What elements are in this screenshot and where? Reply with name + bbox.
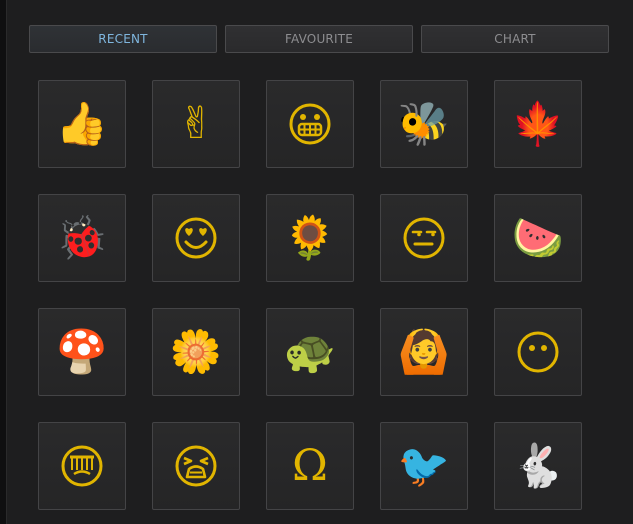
watermelon-icon: 🍉 <box>511 213 565 262</box>
emoji-cell-ladybug[interactable]: 🐞 <box>38 194 126 282</box>
bee-icon: 🐝 <box>397 99 451 148</box>
emoji-cell-person-gesturing-ok[interactable]: 🙆 <box>380 308 468 396</box>
emoji-grid: 👍 ✌ 🐝 🍁 🐞 🌻 🍉 🍄 🌼 🐢 🙆 Ω 🐦 🐇 <box>38 80 584 510</box>
tab-chart[interactable]: CHART <box>421 25 609 53</box>
rabbit-icon: 🐇 <box>511 441 565 490</box>
emoji-cell-tired-face[interactable] <box>152 422 240 510</box>
tired-face-icon <box>175 445 217 487</box>
grinning-face-icon <box>289 103 331 145</box>
emoji-cell-thumbs-up[interactable]: 👍 <box>38 80 126 168</box>
emoji-cell-grinning-face[interactable] <box>266 80 354 168</box>
tab-bar: RECENT FAVOURITE CHART <box>29 25 609 53</box>
emoji-cell-turtle[interactable]: 🐢 <box>266 308 354 396</box>
turtle-icon: 🐢 <box>283 327 337 376</box>
emoji-cell-neutral-face[interactable] <box>494 308 582 396</box>
tab-favourite[interactable]: FAVOURITE <box>225 25 413 53</box>
bird-icon: 🐦 <box>397 441 451 490</box>
emoji-cell-grimacing-face[interactable] <box>38 422 126 510</box>
emoji-cell-daisy[interactable]: 🌼 <box>152 308 240 396</box>
emoji-picker-panel: RECENT FAVOURITE CHART 👍 ✌ 🐝 🍁 🐞 🌻 🍉 🍄 🌼… <box>6 0 633 524</box>
victory-hand-icon: ✌ <box>177 98 215 149</box>
person-gesturing-ok-icon: 🙆 <box>397 327 451 376</box>
unamused-face-icon <box>403 217 445 259</box>
thumbs-up-icon: 👍 <box>55 99 109 148</box>
emoji-cell-unamused-face[interactable] <box>380 194 468 282</box>
tab-recent[interactable]: RECENT <box>29 25 217 53</box>
heart-eyes-face-icon <box>175 217 217 259</box>
sunflower-icon: 🌻 <box>283 213 337 262</box>
emoji-cell-maple-leaf[interactable]: 🍁 <box>494 80 582 168</box>
emoji-cell-mushroom[interactable]: 🍄 <box>38 308 126 396</box>
ladybug-icon: 🐞 <box>55 213 109 262</box>
neutral-face-icon <box>517 331 559 373</box>
mushroom-icon: 🍄 <box>55 327 109 376</box>
daisy-icon: 🌼 <box>169 327 223 376</box>
grimacing-face-icon <box>61 445 103 487</box>
emoji-cell-watermelon[interactable]: 🍉 <box>494 194 582 282</box>
emoji-cell-heart-eyes[interactable] <box>152 194 240 282</box>
emoji-cell-victory-hand[interactable]: ✌ <box>152 80 240 168</box>
maple-leaf-icon: 🍁 <box>511 99 565 148</box>
emoji-cell-bird[interactable]: 🐦 <box>380 422 468 510</box>
emoji-cell-rabbit[interactable]: 🐇 <box>494 422 582 510</box>
emoji-cell-omega[interactable]: Ω <box>266 422 354 510</box>
emoji-cell-bee[interactable]: 🐝 <box>380 80 468 168</box>
emoji-cell-sunflower[interactable]: 🌻 <box>266 194 354 282</box>
omega-icon: Ω <box>292 440 328 491</box>
